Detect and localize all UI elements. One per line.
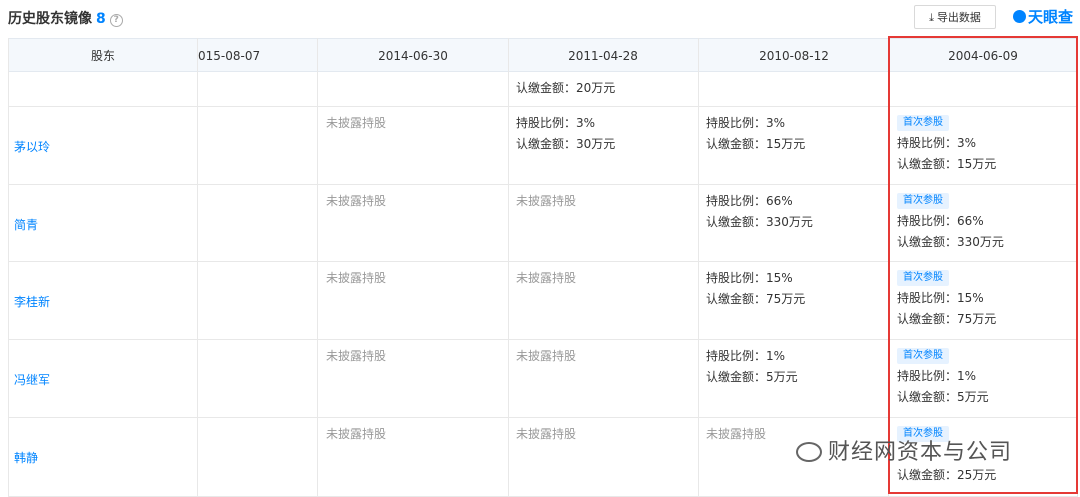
export-data-label: 导出数据 — [936, 11, 981, 24]
download-icon: ⤓ — [929, 11, 934, 24]
shareholder-link[interactable]: 冯继军 — [14, 371, 50, 388]
undisclosed-holding: 未披露持股 — [516, 427, 577, 441]
undisclosed-holding: 未披露持股 — [326, 116, 387, 130]
table-header-row: 股东 015-08-07 2014-06-30 2011-04-28 2010-… — [8, 38, 1078, 72]
wechat-icon — [796, 442, 822, 462]
undisclosed-holding: 未披露持股 — [516, 194, 577, 208]
section-header: 历史股东镜像 8? ⤓ 导出数据 天眼查 — [0, 0, 1080, 36]
first-investment-tag: 首次参股 — [897, 193, 949, 209]
tianyancha-logo: 天眼查 — [1013, 6, 1073, 27]
history-shareholder-table: 股东 015-08-07 2014-06-30 2011-04-28 2010-… — [0, 38, 1080, 497]
holding-info: 首次参股 持股比例：66% 认缴金额：330万元 — [897, 193, 1004, 249]
help-icon[interactable]: ? — [109, 14, 123, 27]
partial-row-amount: 认缴金额：20万元 — [516, 81, 616, 95]
holding-info: 持股比例：1% 认缴金额：5万元 — [706, 349, 798, 384]
undisclosed-holding: 未披露持股 — [326, 349, 387, 363]
undisclosed-holding: 未披露持股 — [516, 349, 577, 363]
holding-info: 首次参股 持股比例：15% 认缴金额：75万元 — [897, 270, 997, 326]
column-header-date: 2004-06-09 — [948, 49, 1018, 63]
undisclosed-holding: 未披露持股 — [516, 271, 577, 285]
undisclosed-holding: 未披露持股 — [326, 271, 387, 285]
section-title-text: 历史股东镜像 — [8, 11, 92, 27]
watermark-text: 财经网资本与公司 — [828, 440, 1013, 465]
holding-info: 首次参股 持股比例：3% 认缴金额：15万元 — [897, 115, 997, 171]
export-data-button[interactable]: ⤓ 导出数据 — [914, 5, 996, 29]
holding-info: 持股比例：66% 认缴金额：330万元 — [706, 194, 813, 229]
first-investment-tag: 首次参股 — [897, 348, 949, 364]
holding-info: 持股比例：3% 认缴金额：15万元 — [706, 116, 806, 151]
holding-info: 持股比例：3% 认缴金额：30万元 — [516, 116, 616, 151]
undisclosed-holding: 未披露持股 — [326, 194, 387, 208]
section-title: 历史股东镜像 8? — [8, 8, 123, 28]
shareholder-link[interactable]: 简青 — [14, 216, 38, 233]
first-investment-tag: 首次参股 — [897, 270, 949, 286]
column-header-date: 2010-08-12 — [759, 49, 829, 63]
shareholder-link[interactable]: 韩静 — [14, 449, 38, 466]
shareholder-link[interactable]: 李桂新 — [14, 293, 50, 310]
undisclosed-holding: 未披露持股 — [706, 427, 767, 441]
logo-mark-icon — [1013, 10, 1026, 23]
column-header-date: 2014-06-30 — [378, 49, 448, 63]
column-header-date: 2011-04-28 — [568, 49, 638, 63]
holding-info: 首次参股 持股比例：1% 认缴金额：5万元 — [897, 348, 989, 404]
shareholder-count: 8 — [96, 11, 106, 27]
undisclosed-holding: 未披露持股 — [326, 427, 387, 441]
watermark: 财经网资本与公司 — [796, 434, 1012, 466]
logo-text: 天眼查 — [1028, 8, 1074, 26]
shareholder-link[interactable]: 茅以玲 — [14, 138, 50, 155]
first-investment-tag: 首次参股 — [897, 115, 949, 131]
holding-info: 持股比例：15% 认缴金额：75万元 — [706, 271, 806, 306]
